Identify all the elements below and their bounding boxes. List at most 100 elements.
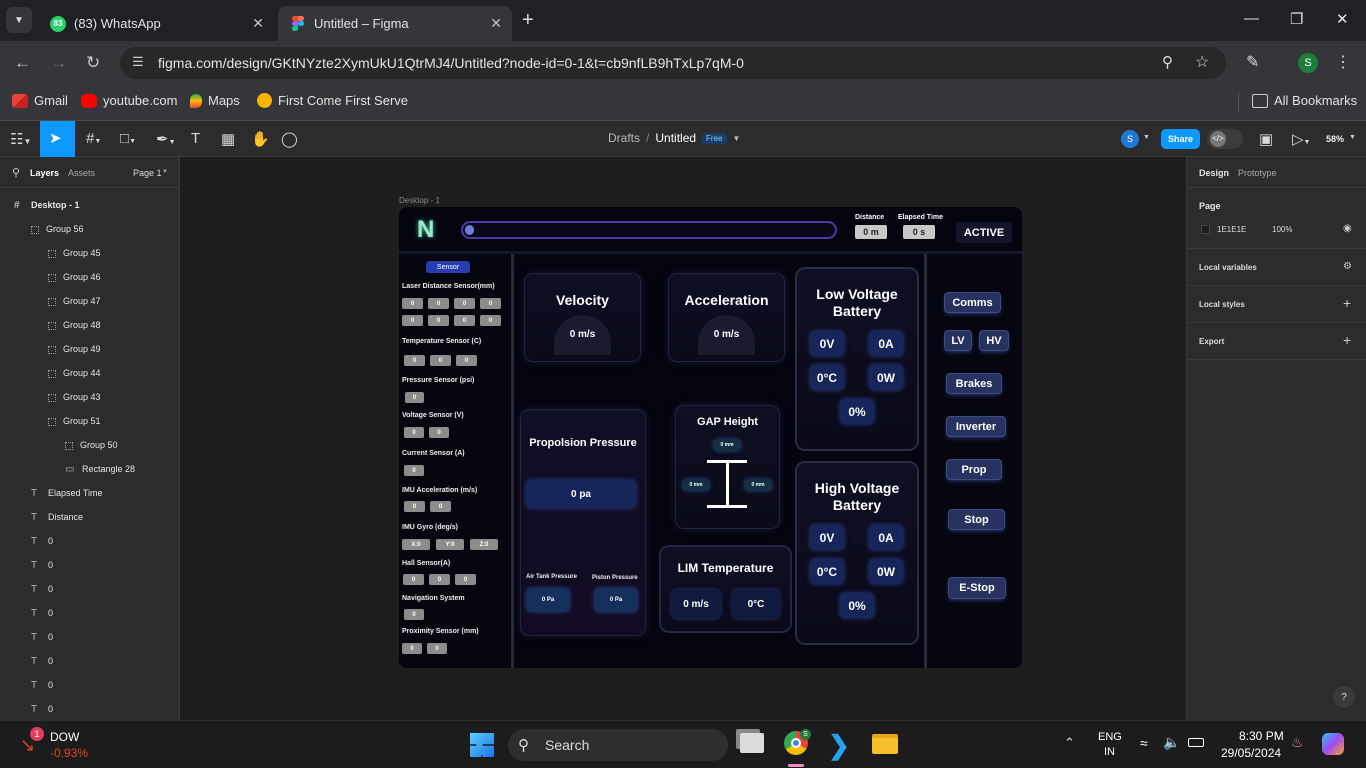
multiplayer-avatar[interactable]: S [1121, 130, 1139, 148]
text-tool-icon[interactable]: T [191, 130, 200, 147]
clock-time[interactable]: 8:30 PM [1239, 729, 1284, 743]
layer-row[interactable]: T0 [31, 560, 53, 571]
search-layers-icon[interactable]: ⚲ [12, 166, 20, 179]
tab-design[interactable]: Design [1199, 168, 1229, 178]
clock-date[interactable]: 29/05/2024 [1221, 746, 1281, 760]
battery-icon[interactable] [1188, 738, 1204, 747]
chrome-menu-icon[interactable]: ⋮ [1335, 52, 1351, 72]
add-style-icon[interactable]: + [1343, 295, 1351, 311]
layer-row[interactable]: T0 [31, 704, 53, 715]
wifi-icon[interactable]: ≈ [1140, 735, 1148, 751]
tab-layers[interactable]: Layers [30, 168, 59, 178]
help-button[interactable]: ? [1333, 686, 1355, 708]
layer-row[interactable]: T0 [31, 632, 53, 643]
page-chevron-icon[interactable]: ▼ [162, 169, 168, 175]
page-opacity-value[interactable]: 100% [1272, 225, 1292, 234]
frame-tool-icon[interactable]: #▼ [86, 130, 101, 147]
restore-icon[interactable]: ❐ [1290, 10, 1303, 28]
layer-row[interactable]: T Elapsed Time [31, 488, 103, 499]
lv-button[interactable]: LV [945, 331, 971, 350]
vscode-icon[interactable]: ❯ [828, 730, 850, 761]
local-styles-label[interactable]: Local styles [1199, 300, 1245, 309]
add-export-icon[interactable]: + [1343, 332, 1351, 348]
page-color-swatch[interactable] [1201, 225, 1210, 234]
layer-row[interactable]: Group 56 [31, 224, 84, 234]
prop-button[interactable]: Prop [947, 460, 1001, 479]
language-line2[interactable]: IN [1104, 746, 1115, 758]
comms-button[interactable]: Comms [945, 293, 1000, 312]
page-selector[interactable]: Page 1 [133, 168, 162, 178]
extensions-icon[interactable]: ✎ [1246, 52, 1259, 72]
inverter-button[interactable]: Inverter [947, 417, 1005, 436]
site-info-icon[interactable]: ☰ [132, 54, 144, 70]
stop-button[interactable]: Stop [949, 510, 1004, 529]
page-color-value[interactable]: 1E1E1E [1217, 225, 1246, 234]
resources-icon[interactable]: ▦ [221, 130, 235, 148]
progress-track[interactable] [461, 221, 837, 239]
hv-button[interactable]: HV [980, 331, 1008, 350]
tab-search-button[interactable]: ▼ [6, 7, 32, 33]
file-explorer-icon[interactable] [872, 734, 898, 754]
zoom-search-icon[interactable]: ⚲ [1162, 53, 1173, 71]
visibility-eye-icon[interactable]: ◉ [1343, 223, 1352, 234]
dev-mode-toggle[interactable]: </> [1207, 129, 1243, 149]
bookmark-star-icon[interactable]: ☆ [1195, 52, 1209, 72]
hand-tool-icon[interactable]: ✋ [251, 130, 270, 148]
local-variables-label[interactable]: Local variables [1199, 263, 1257, 272]
volume-icon[interactable]: 🔈 [1163, 734, 1180, 751]
e-stop-button[interactable]: E-Stop [949, 578, 1005, 598]
url-text[interactable]: figma.com/design/GKtNYzte2XymUkU1QtrMJ4/… [158, 55, 744, 71]
layer-row[interactable]: Group 51 [48, 416, 101, 426]
bookmark-fcfs[interactable]: First Come First Serve [257, 93, 408, 108]
layer-row[interactable]: T0 [31, 584, 53, 595]
layer-row[interactable]: Group 48 [48, 320, 101, 330]
bookmark-maps[interactable]: Maps [190, 93, 240, 108]
brakes-button[interactable]: Brakes [947, 374, 1001, 393]
minimize-icon[interactable]: — [1244, 10, 1259, 27]
start-button[interactable] [470, 733, 494, 757]
all-bookmarks[interactable]: All Bookmarks [1252, 93, 1357, 108]
show-hidden-icons-chevron[interactable]: ⌃ [1064, 735, 1075, 751]
layer-row[interactable]: Group 50 [65, 440, 118, 450]
close-tab-icon[interactable]: ✕ [490, 15, 502, 32]
layer-row[interactable]: Group 45 [48, 248, 101, 258]
move-tool-button[interactable]: ➤ [40, 121, 75, 157]
language-line1[interactable]: ENG [1098, 731, 1122, 743]
zoom-chevron-icon[interactable]: ▼ [1349, 134, 1356, 141]
omnibox[interactable]: ☰ figma.com/design/GKtNYzte2XymUkU1QtrMJ… [120, 47, 1226, 79]
layer-row[interactable]: Group 43 [48, 392, 101, 402]
layer-row[interactable]: T0 [31, 680, 53, 691]
dashboard-frame[interactable]: N Distance 0 m Elapsed Time 0 s ACTIVE S… [399, 207, 1022, 668]
pen-tool-icon[interactable]: ✒▼ [156, 130, 176, 148]
present-play-icon[interactable]: ▷▼ [1292, 130, 1310, 148]
forward-icon[interactable]: → [50, 53, 67, 73]
bookmark-youtube[interactable]: youtube.com [81, 93, 177, 108]
variables-settings-icon[interactable]: ⚙ [1343, 261, 1352, 272]
layer-row[interactable]: # Desktop - 1 [14, 200, 80, 211]
layer-row[interactable]: ▭ Rectangle 28 [65, 464, 135, 475]
tab-assets[interactable]: Assets [68, 168, 95, 178]
layer-row[interactable]: Group 47 [48, 296, 101, 306]
tab-prototype[interactable]: Prototype [1238, 168, 1277, 178]
file-menu-chevron-icon[interactable]: ▼ [733, 134, 741, 143]
profile-avatar[interactable]: S [1298, 53, 1318, 73]
layer-row[interactable]: T Distance [31, 512, 83, 523]
layer-row[interactable]: T0 [31, 536, 53, 547]
breadcrumb-drafts[interactable]: Drafts [608, 131, 640, 145]
export-label[interactable]: Export [1199, 337, 1224, 346]
shape-tool-icon[interactable]: □▼ [120, 130, 136, 147]
tab-whatsapp[interactable]: 83 (83) WhatsApp ✕ [36, 6, 274, 41]
back-icon[interactable]: ← [14, 53, 31, 73]
avatar-chevron-icon[interactable]: ▼ [1143, 134, 1150, 141]
reload-icon[interactable]: ↻ [86, 53, 100, 73]
layer-row[interactable]: Group 49 [48, 344, 101, 354]
zoom-level[interactable]: 58% [1326, 134, 1344, 144]
layer-row[interactable]: Group 46 [48, 272, 101, 282]
file-name[interactable]: Untitled [655, 131, 696, 145]
close-window-icon[interactable]: ✕ [1336, 10, 1349, 28]
bookmark-gmail[interactable]: Gmail [12, 93, 68, 108]
layer-row[interactable]: T0 [31, 608, 53, 619]
tab-figma[interactable]: Untitled – Figma ✕ [278, 6, 512, 41]
library-book-icon[interactable]: ▣ [1259, 130, 1273, 148]
taskbar-search[interactable]: ⚲ Search [508, 729, 728, 761]
